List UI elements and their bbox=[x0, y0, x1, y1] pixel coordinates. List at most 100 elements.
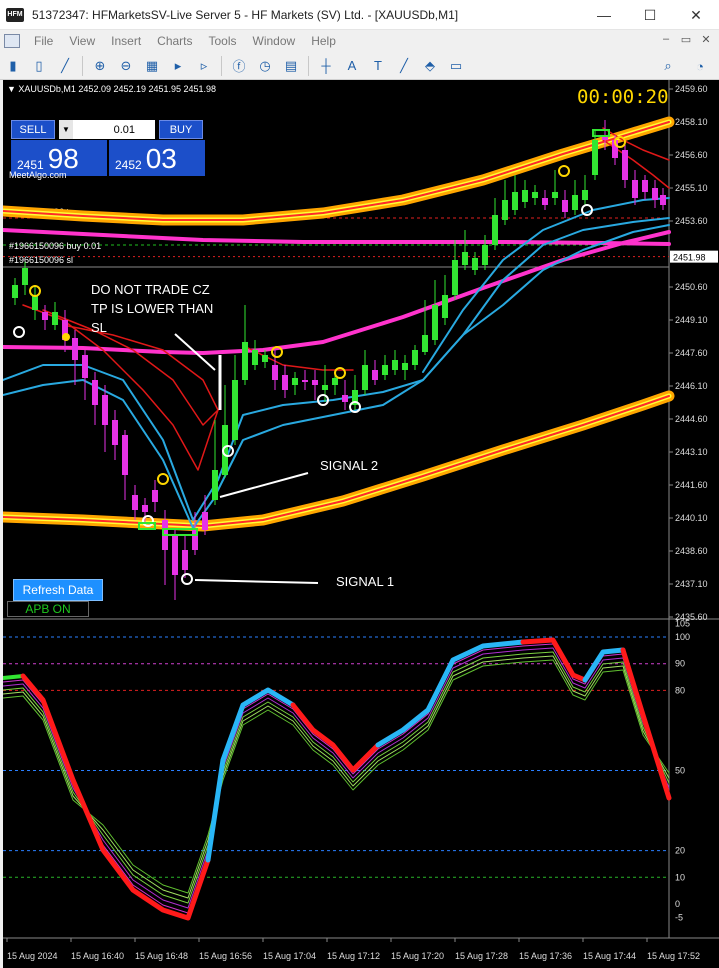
oscillator-main-down bbox=[20, 673, 211, 921]
mdi-close-button[interactable]: ✕ bbox=[699, 33, 713, 46]
toolbar-right: ⌕ ◔ bbox=[655, 55, 713, 77]
bull-candle bbox=[492, 215, 498, 245]
text-icon[interactable]: A bbox=[341, 55, 363, 77]
oscillator-axis-label: 20 bbox=[675, 846, 685, 856]
bull-candle bbox=[592, 140, 598, 175]
price-axis-label: 2453.60 bbox=[675, 216, 708, 226]
bull-candle bbox=[362, 365, 368, 390]
lot-dropdown-icon[interactable]: ▼ bbox=[59, 120, 73, 139]
close-button[interactable]: ✕ bbox=[673, 0, 719, 30]
chart-window-icon[interactable] bbox=[4, 34, 20, 48]
bear-candle bbox=[172, 535, 178, 575]
search-icon[interactable]: ⌕ bbox=[657, 55, 679, 77]
menu-tools[interactable]: Tools bbox=[201, 34, 245, 48]
profile-icon[interactable]: ◔ bbox=[689, 55, 711, 77]
oscillator-fan-line bbox=[3, 655, 670, 899]
oscillator-fan-line bbox=[3, 659, 670, 894]
menu-view[interactable]: View bbox=[61, 34, 103, 48]
menu-charts[interactable]: Charts bbox=[149, 34, 200, 48]
time-axis-label: 15 Aug 17:12 bbox=[327, 951, 380, 961]
pink-ma-flat bbox=[3, 228, 671, 246]
indicators-icon[interactable]: ⓕ bbox=[228, 55, 250, 77]
bear-candle bbox=[42, 312, 48, 320]
signal-1-arrow bbox=[194, 579, 319, 584]
autoscroll-icon[interactable]: ▸ bbox=[167, 55, 189, 77]
trendline-icon[interactable]: ╱ bbox=[393, 55, 415, 77]
buy-price-pips: 03 bbox=[145, 143, 177, 174]
templates-icon[interactable]: ▤ bbox=[280, 55, 302, 77]
buy-order-label: #1966150096 buy 0.01 bbox=[9, 241, 101, 251]
lot-size-input[interactable]: ▼ 0.01 bbox=[59, 120, 155, 139]
label-icon[interactable]: T bbox=[367, 55, 389, 77]
oscillator-axis-label: -5 bbox=[675, 912, 683, 922]
bar-chart-icon[interactable]: ▮ bbox=[2, 55, 24, 77]
menu-insert[interactable]: Insert bbox=[103, 34, 149, 48]
mdi-restore-button[interactable]: ▭ bbox=[679, 33, 693, 46]
entry-marker bbox=[62, 333, 70, 341]
toolbar-separator bbox=[221, 55, 222, 76]
bull-candle bbox=[522, 190, 528, 202]
crosshair-icon[interactable]: ┼ bbox=[315, 55, 337, 77]
signal-1-label: SIGNAL 1 bbox=[336, 574, 395, 589]
buy-button[interactable]: BUY bbox=[159, 120, 203, 139]
grid-icon[interactable]: ▦ bbox=[141, 55, 163, 77]
title-bar: HFM 51372347: HFMarketsSV-Live Server 5 … bbox=[0, 0, 719, 30]
bull-candle bbox=[332, 378, 338, 385]
bear-candle bbox=[142, 505, 148, 512]
bear-candle bbox=[112, 420, 118, 445]
one-click-trading-panel: SELL ▼ 0.01 BUY 2451 98 2452 03 bbox=[7, 100, 205, 176]
bull-candle bbox=[452, 260, 458, 295]
sell-button[interactable]: SELL bbox=[11, 120, 55, 139]
zoom-in-icon[interactable]: ⊕ bbox=[89, 55, 111, 77]
candlestick-icon[interactable]: ▯ bbox=[28, 55, 50, 77]
oscillator-axis-label: 10 bbox=[675, 872, 685, 882]
time-axis-label: 15 Aug 2024 bbox=[7, 951, 58, 961]
line-chart-icon[interactable]: ╱ bbox=[54, 55, 76, 77]
mt4-window: HFM 51372347: HFMarketsSV-Live Server 5 … bbox=[0, 0, 719, 968]
buy-price-button[interactable]: 2452 03 bbox=[109, 140, 205, 176]
apb-status[interactable]: APB ON bbox=[7, 601, 89, 617]
annotation-line-2: TP IS LOWER THAN bbox=[91, 301, 214, 316]
menu-bar: File View Insert Charts Tools Window Hel… bbox=[0, 30, 719, 52]
chart-shift-icon[interactable]: ▹ bbox=[193, 55, 215, 77]
menu-file[interactable]: File bbox=[26, 34, 61, 48]
time-axis-label: 15 Aug 17:20 bbox=[391, 951, 444, 961]
current-price-label: 2451.98 bbox=[673, 253, 706, 263]
menu-window[interactable]: Window bbox=[245, 34, 304, 48]
toolbar-separator bbox=[82, 55, 83, 76]
bull-candle bbox=[22, 268, 28, 285]
toolbar: ▮ ▯ ╱ ⊕ ⊖ ▦ ▸ ▹ ⓕ ◷ ▤ ┼ A T ╱ ⬘ ▭ ⌕ ◔ bbox=[0, 52, 719, 80]
oscillator-main-up bbox=[205, 687, 296, 863]
oscillator-main-green bbox=[3, 674, 25, 680]
bull-candle bbox=[212, 470, 218, 500]
app-logo-icon: HFM bbox=[6, 7, 24, 22]
maximize-button[interactable]: ☐ bbox=[627, 0, 673, 30]
bear-candle bbox=[122, 435, 128, 475]
periods-icon[interactable]: ◷ bbox=[254, 55, 276, 77]
refresh-data-button[interactable]: Refresh Data bbox=[13, 579, 103, 601]
price-axis-label: 2437.10 bbox=[675, 579, 708, 589]
bear-candle bbox=[272, 365, 278, 380]
price-axis-label: 2446.10 bbox=[675, 381, 708, 391]
menu-help[interactable]: Help bbox=[303, 34, 344, 48]
zoom-out-icon[interactable]: ⊖ bbox=[115, 55, 137, 77]
lot-value: 0.01 bbox=[113, 123, 135, 136]
oscillator-axis-label: 100 bbox=[675, 632, 690, 642]
price-chart[interactable]: 2459.60 2458.10 2456.60 2455.10 2453.60 2450.… bbox=[3, 80, 719, 968]
brand-label: MeetAlgo.com bbox=[9, 170, 67, 180]
bear-candle bbox=[562, 200, 568, 212]
price-axis-label: 2443.10 bbox=[675, 447, 708, 457]
shapes-icon[interactable]: ⬘ bbox=[419, 55, 441, 77]
rectangle-icon[interactable]: ▭ bbox=[445, 55, 467, 77]
oscillator-main-down bbox=[520, 637, 588, 683]
time-axis-label: 15 Aug 16:40 bbox=[71, 951, 124, 961]
price-axis-label: 2450.60 bbox=[675, 282, 708, 292]
bear-candle bbox=[282, 375, 288, 390]
chart-window[interactable]: 2459.60 2458.10 2456.60 2455.10 2453.60 2450.… bbox=[3, 80, 719, 968]
bear-candle bbox=[542, 198, 548, 205]
mdi-minimize-button[interactable]: – bbox=[659, 33, 673, 46]
bear-candle bbox=[632, 180, 638, 198]
bull-candle bbox=[402, 363, 408, 370]
minimize-button[interactable]: — bbox=[581, 0, 627, 30]
bear-candle bbox=[642, 180, 648, 192]
